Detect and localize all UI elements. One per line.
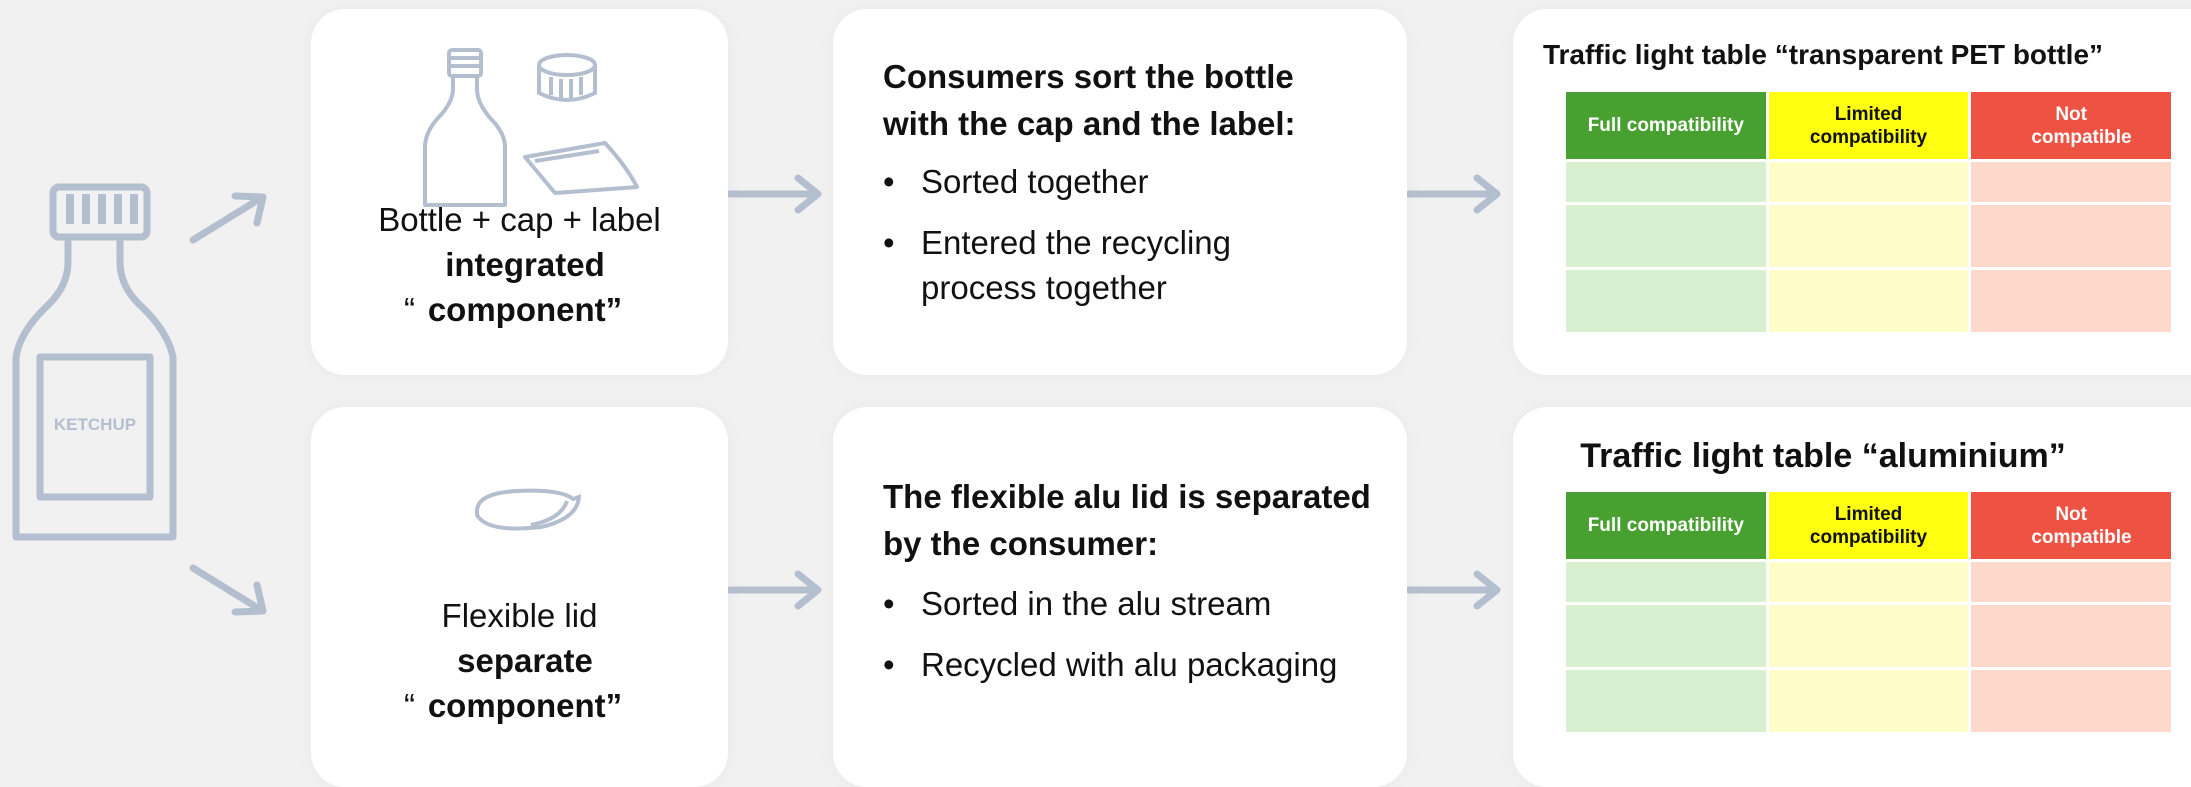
cell-full xyxy=(1566,605,1766,667)
lid-icon xyxy=(475,488,581,531)
process-title: Consumers sort the bottle with the cap a… xyxy=(883,58,1296,142)
traffic-light-title: Traffic light table “aluminium” xyxy=(1580,437,2066,475)
cell-full xyxy=(1566,562,1766,602)
traffic-light-table: Full compatibility Limited compatibility… xyxy=(1563,489,2174,735)
ketchup-label-text: KETCHUP xyxy=(54,415,136,434)
ketchup-bottle-icon: KETCHUP xyxy=(12,183,177,541)
open-quote: “ xyxy=(404,291,415,328)
integrated-component-card: Bottle + cap + label “ integrated compone… xyxy=(311,9,728,375)
header-full-compatibility: Full compatibility xyxy=(1566,92,1766,159)
cell-limited xyxy=(1768,270,1969,332)
process-card-2: The flexible alu lid is separated by the… xyxy=(833,407,1407,787)
arrow-component-to-process-2 xyxy=(728,570,822,610)
header-not-compatible: Not compatible xyxy=(1971,492,2171,559)
cell-limited xyxy=(1768,205,1969,267)
cap-icon xyxy=(537,53,597,102)
traffic-light-table: Full compatibility Limited compatibility… xyxy=(1563,89,2174,335)
header-full-compatibility: Full compatibility xyxy=(1566,492,1766,559)
cell-not xyxy=(1971,562,2171,602)
split-arrow-up xyxy=(189,192,267,244)
open-quote: “ xyxy=(404,687,415,724)
cell-not xyxy=(1971,670,2171,732)
label-icon xyxy=(523,141,639,195)
header-limited-compatibility: Limited compatibility xyxy=(1768,492,1969,559)
header-not-compatible: Not compatible xyxy=(1971,92,2171,159)
cell-not xyxy=(1971,605,2171,667)
split-arrow-down xyxy=(189,564,267,616)
cell-not xyxy=(1971,270,2171,332)
cell-full xyxy=(1566,205,1766,267)
cell-full xyxy=(1566,670,1766,732)
separate-component-card: Flexible lid “ separate component” xyxy=(311,407,728,787)
process-title: The flexible alu lid is separated by the… xyxy=(883,478,1371,562)
process-bullet: Recycled with alu packaging xyxy=(883,642,1383,687)
cell-limited xyxy=(1768,605,1969,667)
process-bullet: Sorted in the alu stream xyxy=(883,581,1383,626)
process-card-1: Consumers sort the bottle with the cap a… xyxy=(833,9,1407,375)
cell-limited xyxy=(1768,670,1969,732)
cell-limited xyxy=(1768,562,1969,602)
traffic-light-title: Traffic light table “transparent PET bot… xyxy=(1542,39,2104,70)
component-name: Bottle + cap + label xyxy=(378,201,661,238)
traffic-light-card-1: Traffic light table “transparent PET bot… xyxy=(1513,9,2191,375)
process-bullet: Sorted together xyxy=(883,159,1373,204)
process-bullets: Sorted in the alu stream Recycled with a… xyxy=(883,581,1383,703)
component-name: Flexible lid xyxy=(441,597,598,634)
process-bullet: Entered the recycling process together xyxy=(883,220,1271,310)
bottle-icon xyxy=(423,48,507,207)
component-type: separate component” xyxy=(427,642,623,724)
arrow-component-to-process-1 xyxy=(728,174,822,214)
cell-limited xyxy=(1768,162,1969,202)
process-bullets: Sorted together Entered the recycling pr… xyxy=(883,159,1373,326)
traffic-light-card-2: Traffic light table “aluminium” Full com… xyxy=(1513,407,2191,787)
header-limited-compatibility: Limited compatibility xyxy=(1768,92,1969,159)
cell-not xyxy=(1971,205,2171,267)
arrow-process-to-table-2 xyxy=(1407,570,1501,610)
arrow-process-to-table-1 xyxy=(1407,174,1501,214)
component-type: integrated component” xyxy=(427,246,623,328)
cell-full xyxy=(1566,270,1766,332)
cell-not xyxy=(1971,162,2171,202)
cell-full xyxy=(1566,162,1766,202)
